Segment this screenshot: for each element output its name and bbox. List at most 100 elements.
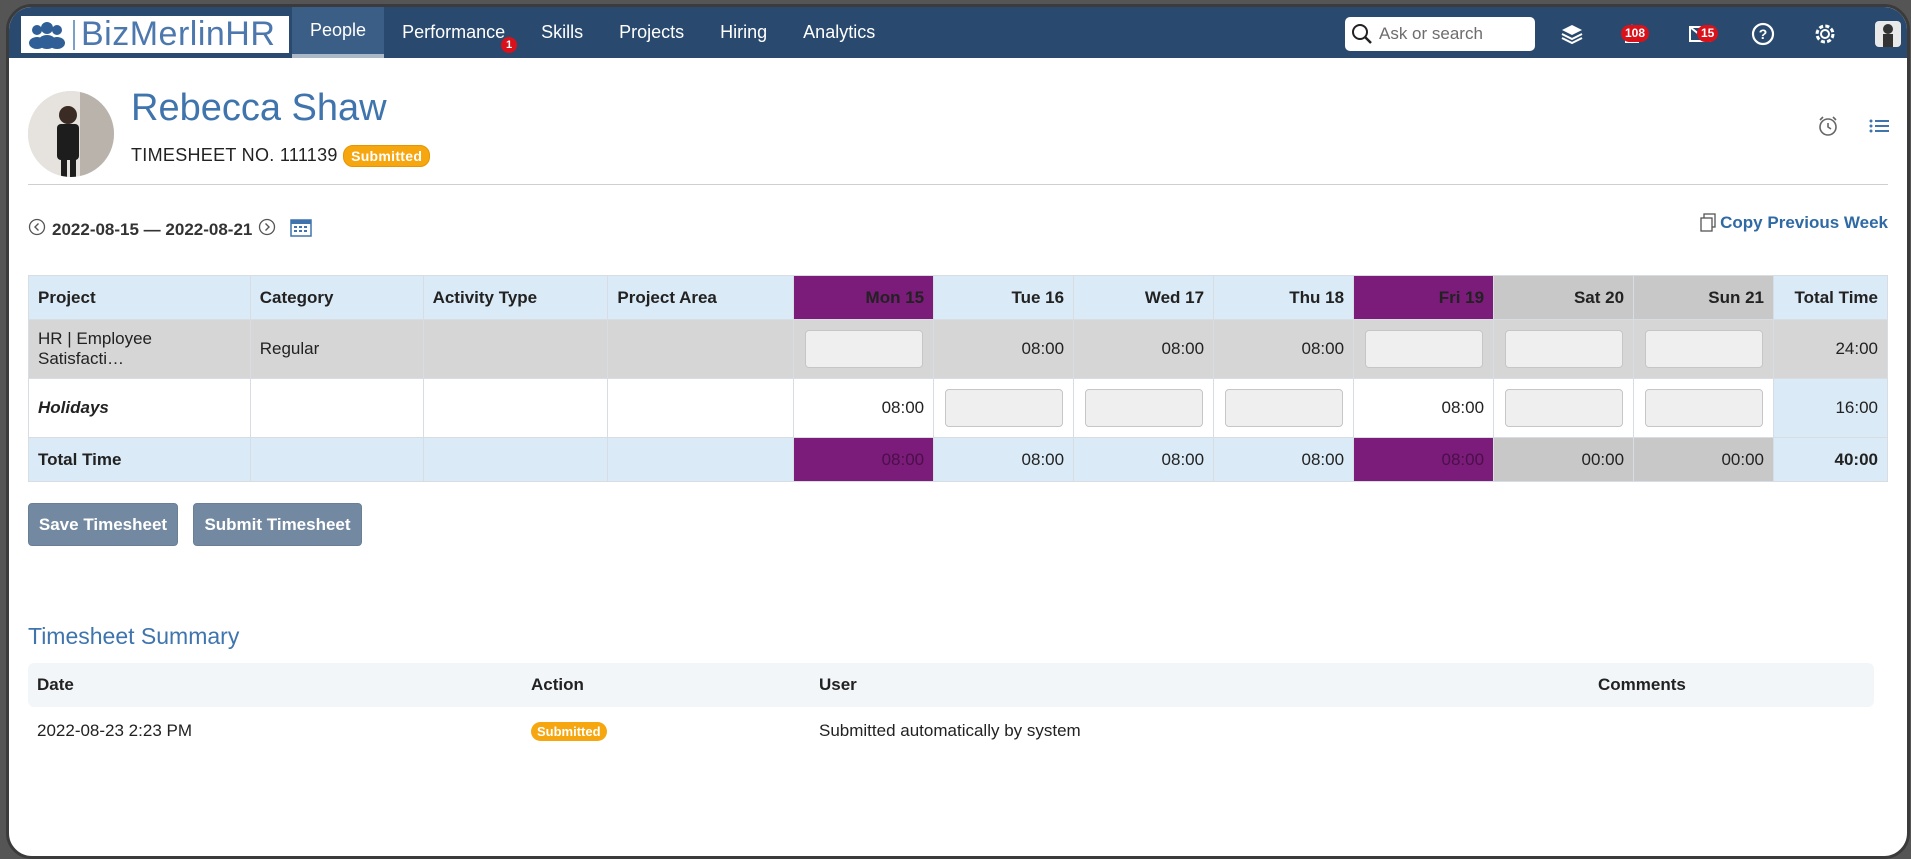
sat-cell [1493, 319, 1635, 379]
holidays-label: Holidays [28, 378, 251, 438]
nav-performance-label: Performance [402, 22, 506, 42]
sun-hours-input[interactable] [1644, 330, 1763, 368]
copy-previous-week-link[interactable]: Copy Previous Week [1699, 213, 1888, 233]
activity-cell [422, 437, 609, 482]
list-view-icon[interactable] [1867, 114, 1891, 138]
performance-badge: 1 [501, 37, 518, 53]
col-category: Category [249, 275, 424, 320]
mon-cell: 08:00 [793, 378, 935, 438]
thu-cell: 08:00 [1213, 319, 1355, 379]
summary-col-action: Action [531, 675, 584, 694]
summary-title: Timesheet Summary [28, 623, 240, 649]
col-sun: Sun 21 [1633, 275, 1775, 320]
employee-name[interactable]: Rebecca Shaw [131, 87, 387, 130]
table-row: Holidays 08:00 08:00 16:00 [28, 378, 1888, 438]
summary-col-date: Date [37, 675, 74, 694]
help-icon[interactable]: ? [1746, 17, 1780, 51]
fri-hours-input[interactable] [1364, 330, 1483, 368]
wed-cell: 08:00 [1073, 319, 1215, 379]
activity-cell [422, 378, 609, 438]
settings-gear-icon[interactable] [1808, 17, 1842, 51]
nav-analytics-label: Analytics [803, 22, 876, 42]
wed-total: 08:00 [1073, 437, 1215, 482]
row-total-cell: 24:00 [1773, 319, 1888, 379]
nav-people[interactable]: People [292, 7, 385, 58]
tue-total: 08:00 [933, 437, 1075, 482]
grand-total: 40:00 [1773, 437, 1888, 482]
nav-hiring[interactable]: Hiring [702, 7, 785, 58]
tue-holiday-input[interactable] [944, 389, 1063, 427]
col-tue: Tue 16 [933, 275, 1075, 320]
col-wed: Wed 17 [1073, 275, 1215, 320]
category-cell: Regular [249, 319, 424, 379]
col-thu: Thu 18 [1213, 275, 1355, 320]
summary-col-user: User [819, 675, 857, 694]
table-header-row: Project Category Activity Type Project A… [28, 275, 1888, 320]
mon-total: 08:00 [793, 437, 935, 482]
search-box [1345, 17, 1535, 51]
timesheet-number-line: TIMESHEET NO. 111139 Submitted [131, 145, 431, 167]
sun-holiday-input[interactable] [1644, 389, 1763, 427]
wed-holiday-input[interactable] [1084, 389, 1203, 427]
area-cell [607, 319, 795, 379]
category-cell [249, 378, 424, 438]
summary-user: Submitted automatically by system [819, 721, 1081, 740]
timesheet-table: Project Category Activity Type Project A… [28, 275, 1888, 482]
week-range: 2022-08-15 — 2022-08-21 [52, 219, 253, 239]
next-week-icon[interactable] [258, 218, 276, 241]
tue-cell [933, 378, 1075, 438]
nav-skills-label: Skills [541, 22, 584, 42]
header-divider [28, 184, 1888, 185]
wed-cell [1073, 378, 1215, 438]
col-project-area: Project Area [607, 275, 795, 320]
table-row: HR | Employee Satisfacti… Regular 08:00 … [28, 319, 1888, 379]
sat-holiday-input[interactable] [1504, 389, 1623, 427]
nav-projects[interactable]: Projects [601, 7, 702, 58]
nav-projects-label: Projects [619, 22, 685, 42]
row-total-cell: 16:00 [1773, 378, 1888, 438]
copy-icon [1700, 213, 1716, 232]
mon-hours-input[interactable] [804, 330, 923, 368]
layers-icon[interactable] [1555, 17, 1589, 51]
fri-total: 08:00 [1353, 437, 1495, 482]
summary-action: Submitted [531, 721, 607, 741]
previous-week-icon[interactable] [28, 218, 46, 241]
main-nav: People Performance 1 Skills Projects Hir… [292, 7, 893, 58]
nav-skills[interactable]: Skills [523, 7, 601, 58]
area-cell [607, 437, 795, 482]
col-total: Total Time [1773, 275, 1888, 320]
sat-cell [1493, 378, 1635, 438]
fri-cell [1353, 319, 1495, 379]
app-window: BizMerlinHR People Performance 1 Skills … [6, 4, 1910, 859]
nav-performance[interactable]: Performance 1 [384, 7, 523, 58]
sun-total: 00:00 [1633, 437, 1775, 482]
submit-timesheet-button[interactable]: Submit Timesheet [193, 503, 362, 546]
project-cell[interactable]: HR | Employee Satisfacti… [28, 319, 251, 379]
top-nav-bar: BizMerlinHR People Performance 1 Skills … [9, 7, 1907, 58]
save-timesheet-button[interactable]: Save Timesheet [28, 503, 178, 546]
category-cell [249, 437, 424, 482]
search-input[interactable] [1377, 23, 1531, 45]
sun-cell [1633, 378, 1775, 438]
thu-total: 08:00 [1213, 437, 1355, 482]
logo-text: BizMerlinHR [81, 15, 276, 53]
alarm-clock-icon[interactable] [1816, 114, 1840, 138]
copy-previous-week-label: Copy Previous Week [1720, 213, 1888, 232]
calendar-icon[interactable] [290, 217, 313, 242]
summary-date: 2022-08-23 2:23 PM [37, 721, 192, 740]
thu-cell [1213, 378, 1355, 438]
logo[interactable]: BizMerlinHR [21, 15, 289, 53]
nav-analytics[interactable]: Analytics [785, 7, 893, 58]
user-avatar-icon[interactable] [1871, 17, 1905, 51]
fri-cell: 08:00 [1353, 378, 1495, 438]
nav-people-label: People [310, 20, 367, 40]
summary-header-row: Date Action User Comments [28, 663, 1874, 707]
totals-row: Total Time 08:00 08:00 08:00 08:00 08:00… [28, 437, 1888, 482]
thu-holiday-input[interactable] [1224, 389, 1343, 427]
sat-hours-input[interactable] [1504, 330, 1623, 368]
col-project: Project [28, 275, 251, 320]
summary-col-comments: Comments [1598, 675, 1686, 694]
nav-hiring-label: Hiring [720, 22, 768, 42]
svg-text:?: ? [1759, 26, 1768, 42]
col-mon: Mon 15 [793, 275, 935, 320]
